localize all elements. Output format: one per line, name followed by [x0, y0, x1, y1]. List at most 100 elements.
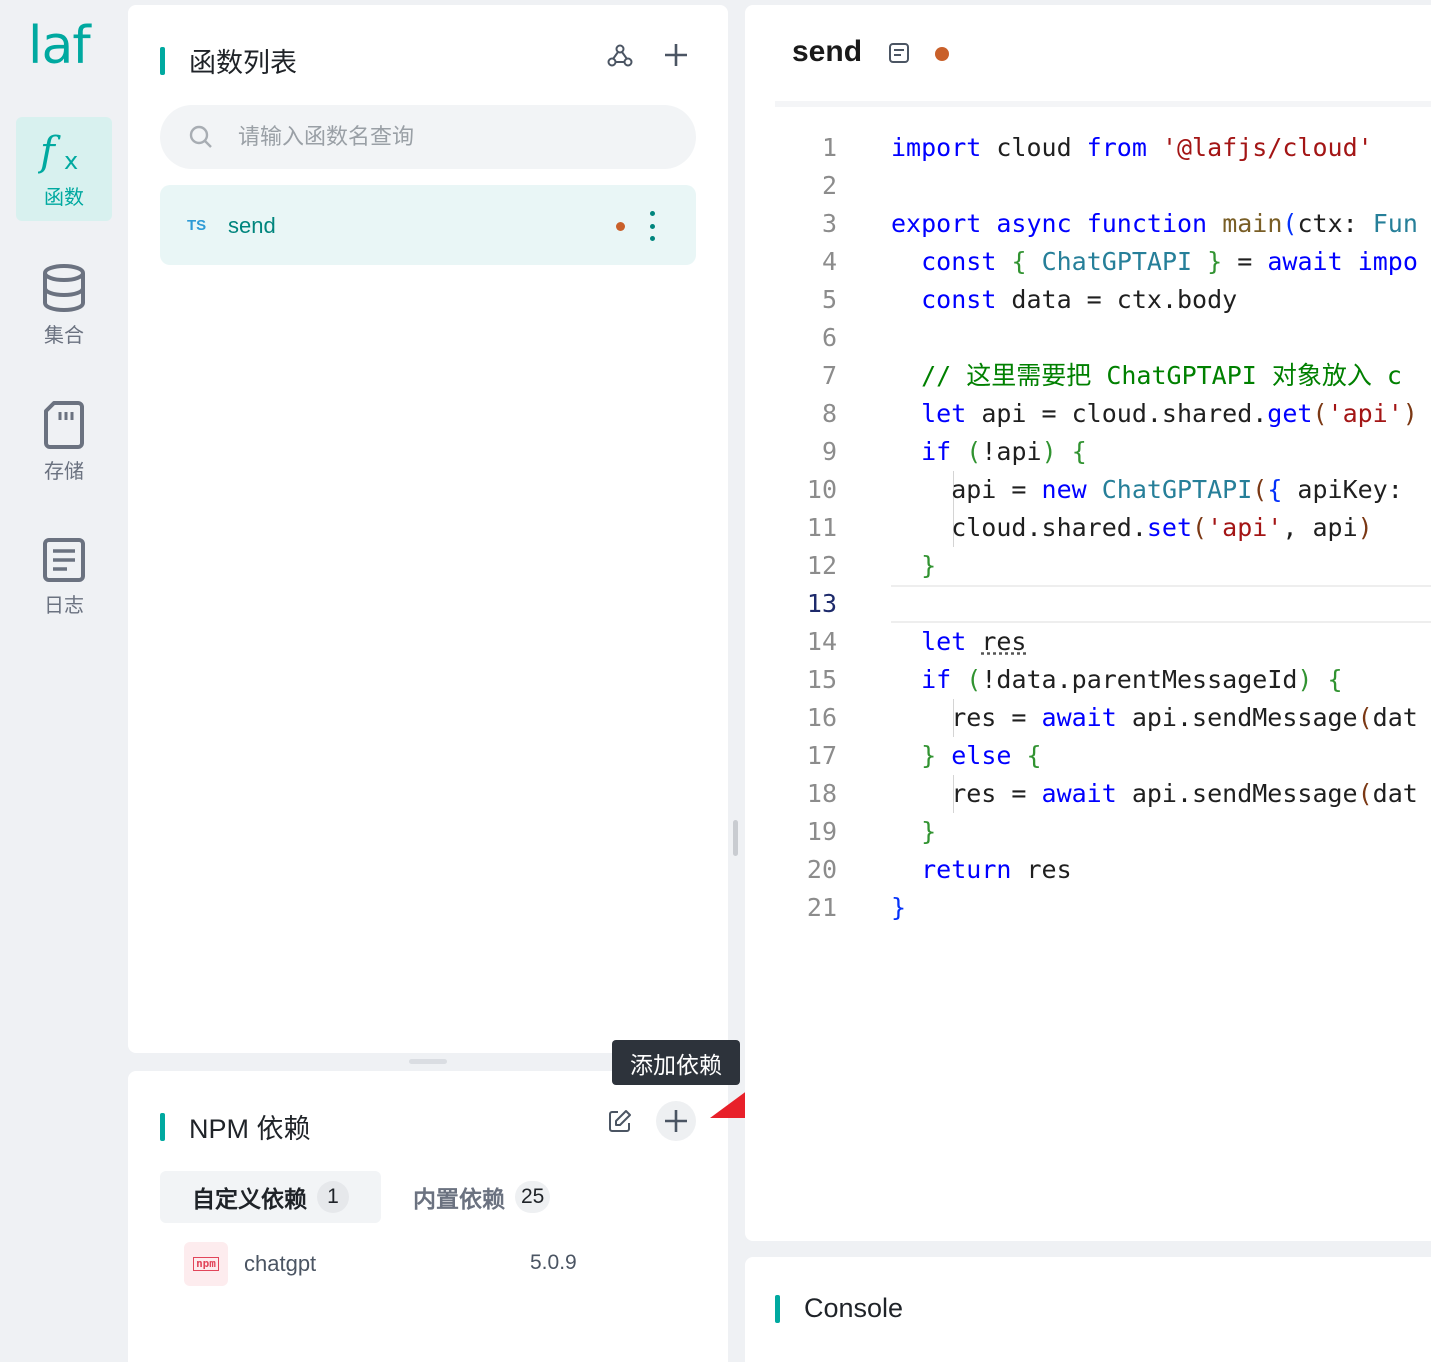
- code-line: 17 } else {: [775, 737, 1431, 775]
- code-line: 12 }: [775, 547, 1431, 585]
- line-number: 18: [806, 779, 837, 808]
- kebab-dot: [649, 223, 655, 229]
- code-text: }: [921, 551, 937, 580]
- storage-card-icon: [44, 400, 84, 449]
- code-line: 8 let api = cloud.shared.get('api'): [775, 395, 1431, 433]
- nav-item-functions[interactable]: f x 函数: [16, 117, 112, 221]
- line-number: 20: [806, 855, 837, 884]
- npm-header: NPM 依赖: [160, 1107, 311, 1146]
- tab-count-badge: 25: [515, 1181, 551, 1213]
- edit-icon: [609, 1110, 631, 1132]
- code-text: res = await api.sendMessage(dat: [891, 779, 1418, 808]
- line-number: 6: [821, 323, 837, 352]
- function-list-title: 函数列表: [189, 48, 297, 78]
- section-accent-bar: [160, 1112, 165, 1141]
- code-line: 5 const data = ctx.body: [775, 281, 1431, 319]
- edit-dependencies-button[interactable]: [600, 1101, 640, 1141]
- line-number: 3: [821, 209, 837, 238]
- code-line: 7 // 这里需要把 ChatGPTAPI 对象放入 c: [775, 357, 1431, 395]
- npm-icon: npm: [184, 1242, 228, 1286]
- code-text: let api = cloud.shared.get('api'): [921, 399, 1418, 428]
- function-more-menu-button[interactable]: [642, 211, 662, 241]
- svg-text:f: f: [38, 129, 61, 175]
- code-area[interactable]: 1 import cloud from '@lafjs/cloud' 2 3 exp…: [775, 129, 1431, 927]
- function-name: send: [228, 213, 276, 238]
- line-number: 11: [806, 513, 837, 542]
- code-line: 1 import cloud from '@lafjs/cloud': [775, 129, 1431, 167]
- line-number: 21: [806, 893, 837, 922]
- code-text: if (!data.parentMessageId) {: [921, 665, 1343, 694]
- laf-logo: laf: [28, 16, 91, 76]
- line-number: 12: [806, 551, 837, 580]
- nav-item-storage[interactable]: 存储: [16, 389, 112, 493]
- add-function-button[interactable]: [656, 35, 696, 75]
- typescript-badge: TS: [187, 217, 207, 234]
- svg-text:x: x: [64, 147, 78, 175]
- line-number: 16: [806, 703, 837, 732]
- code-text: api = new ChatGPTAPI({ apiKey:: [891, 475, 1403, 504]
- panel-resize-handle-horizontal[interactable]: [409, 1059, 447, 1064]
- dependency-version: 5.0.9: [530, 1251, 577, 1274]
- unsaved-indicator-dot: [935, 47, 949, 61]
- code-text: }: [891, 893, 907, 922]
- line-number: 4: [821, 247, 837, 276]
- code-line: 14 let res: [775, 623, 1431, 661]
- npm-title: NPM 依赖: [189, 1114, 311, 1144]
- code-line: 11 cloud.shared.set('api', api): [775, 509, 1431, 547]
- line-number: 14: [806, 627, 837, 656]
- nav-item-collections[interactable]: 集合: [16, 253, 112, 357]
- console-header: Console: [775, 1293, 903, 1324]
- webhook-button[interactable]: [600, 36, 640, 76]
- code-text: cloud.shared.set('api', api): [891, 513, 1373, 542]
- left-nav: laf f x 函数 集合 存储 日志: [0, 0, 128, 1362]
- console-panel: Console: [745, 1257, 1431, 1362]
- nav-label: 存储: [44, 460, 84, 483]
- line-number: 8: [821, 399, 837, 428]
- function-list-panel: 函数列表 TS send: [128, 5, 728, 1053]
- line-number: 15: [806, 665, 837, 694]
- code-text: let res: [921, 627, 1027, 656]
- code-line: 2: [775, 167, 1431, 205]
- editor-tab-title[interactable]: send: [792, 35, 862, 69]
- plus-icon: [665, 1110, 687, 1132]
- code-line: 10 api = new ChatGPTAPI({ apiKey:: [775, 471, 1431, 509]
- dependency-tabs: 自定义依赖 1 内置依赖 25: [160, 1171, 582, 1223]
- kebab-dot: [649, 211, 655, 216]
- function-search-input[interactable]: [238, 124, 658, 150]
- code-text: res = await api.sendMessage(dat: [891, 703, 1418, 732]
- code-line: 6: [775, 319, 1431, 357]
- kebab-dot: [649, 236, 655, 241]
- code-line: 16 res = await api.sendMessage(dat: [775, 699, 1431, 737]
- function-search[interactable]: [160, 105, 696, 169]
- code-text: }: [921, 817, 937, 846]
- code-text: return res: [921, 855, 1072, 884]
- code-line: 15 if (!data.parentMessageId) {: [775, 661, 1431, 699]
- dependency-item-chatgpt[interactable]: npm chatgpt: [184, 1241, 584, 1287]
- add-dependency-button[interactable]: [656, 1101, 696, 1141]
- code-text: // 这里需要把 ChatGPTAPI 对象放入 c: [921, 361, 1402, 390]
- plus-icon: [665, 44, 687, 66]
- editor-divider: [775, 101, 1431, 107]
- code-text: if (!api) {: [921, 437, 1087, 466]
- tab-custom-dependencies[interactable]: 自定义依赖 1: [160, 1171, 381, 1223]
- code-line: 3 export async function main(ctx: Fun: [775, 205, 1431, 243]
- function-item-send[interactable]: TS send: [160, 185, 696, 265]
- database-icon: [43, 263, 85, 312]
- code-line: 4 const { ChatGPTAPI } = await impo: [775, 243, 1431, 281]
- code-editor-panel: send 1 import cloud from '@lafjs/cloud' 2…: [745, 5, 1431, 1241]
- nav-label: 集合: [44, 324, 84, 347]
- log-document-icon: [43, 537, 85, 582]
- notes-icon[interactable]: [888, 42, 910, 64]
- tab-label: 自定义依赖: [192, 1186, 307, 1212]
- code-text: export async function main(ctx: Fun: [891, 209, 1418, 238]
- panel-resize-handle-vertical[interactable]: [733, 820, 738, 856]
- tab-count-badge: 1: [317, 1181, 349, 1213]
- code-line-current: 13: [775, 585, 1431, 623]
- nav-label: 函数: [44, 186, 84, 209]
- section-accent-bar: [160, 46, 165, 75]
- nav-item-logs[interactable]: 日志: [16, 525, 112, 629]
- line-number: 9: [821, 437, 837, 466]
- tab-builtin-dependencies[interactable]: 内置依赖 25: [381, 1171, 582, 1223]
- code-line: 19 }: [775, 813, 1431, 851]
- line-number: 1: [821, 133, 837, 162]
